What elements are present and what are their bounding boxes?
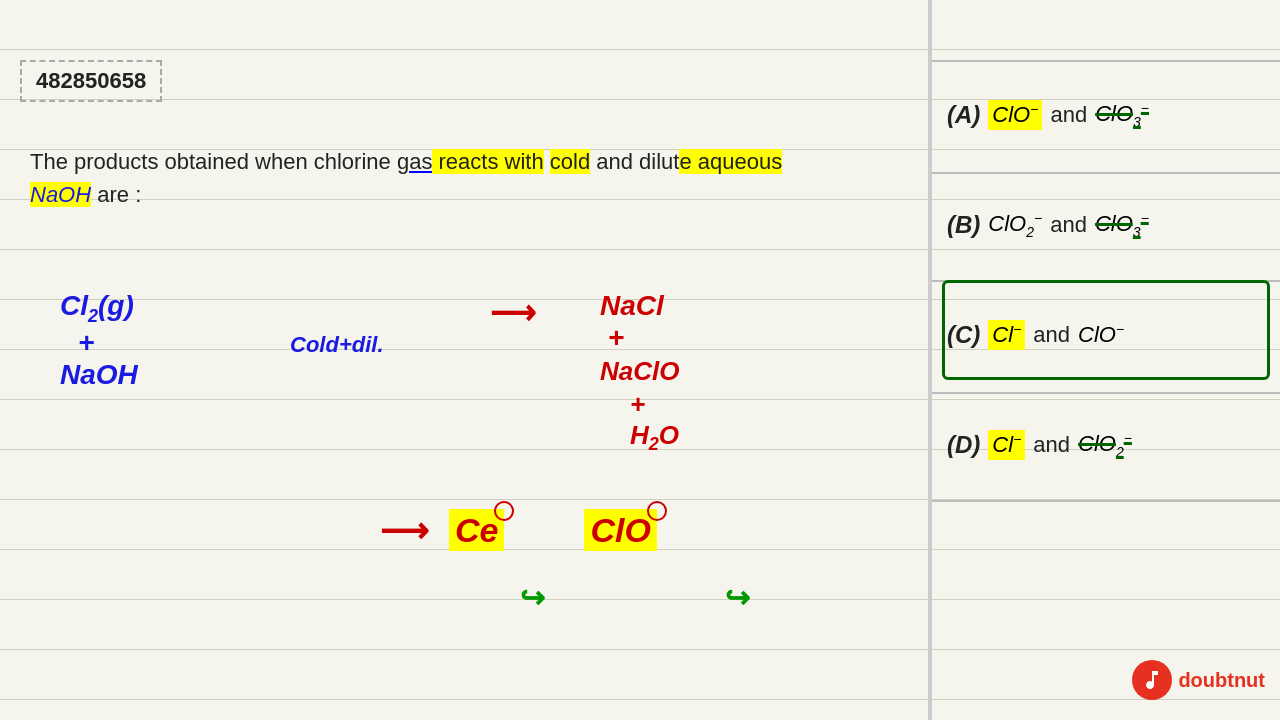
option-c-and: and xyxy=(1033,322,1070,348)
reactant1: Cl2(g) + NaOH xyxy=(60,290,138,391)
product3: + H2O xyxy=(630,389,679,455)
bottom-working: ⟶ Ce ClO xyxy=(380,510,657,550)
clo-notation: ClO xyxy=(584,511,656,550)
option-d-right: ClO2− xyxy=(1078,430,1132,460)
reacts-with-highlight: reacts with xyxy=(432,149,543,174)
option-d: (D) Cl− and ClO2− xyxy=(932,395,1280,495)
product1: NaCl + xyxy=(600,290,679,354)
divider-cd xyxy=(932,392,1280,394)
gas-word: gas xyxy=(397,149,432,174)
option-b: (B) ClO2− and ClO3− xyxy=(932,175,1280,275)
option-b-right: ClO3− xyxy=(1095,210,1149,240)
bottom-arrow: ⟶ xyxy=(380,510,429,550)
are-text: are : xyxy=(91,182,141,207)
cold-highlight: cold xyxy=(550,149,590,174)
green-arrow-left: ↩ xyxy=(520,580,545,615)
option-c-left: Cl− xyxy=(988,320,1025,349)
ce-notation: Ce xyxy=(449,511,504,550)
option-a-left: ClO− xyxy=(988,100,1042,129)
option-c-label: (C) xyxy=(947,321,980,349)
option-a-and: and xyxy=(1050,102,1087,128)
e-highlight: e xyxy=(679,149,691,174)
id-text: 482850658 xyxy=(36,68,146,93)
option-c-right: ClO− xyxy=(1078,321,1124,348)
green-arrow-right: ↩ xyxy=(725,580,750,615)
option-b-and: and xyxy=(1050,212,1087,238)
option-b-left: ClO2− xyxy=(988,210,1042,240)
option-c: (C) Cl− and ClO− xyxy=(932,285,1280,385)
condition: Cold+dil. xyxy=(290,332,384,358)
id-box: 482850658 xyxy=(20,60,162,102)
option-b-label: (B) xyxy=(947,211,980,239)
question-text: The products obtained when chlorine gas … xyxy=(30,145,850,211)
option-a-right: ClO3− xyxy=(1095,100,1149,130)
doubtnut-icon xyxy=(1132,660,1172,700)
option-d-label: (D) xyxy=(947,431,980,459)
doubtnut-logo: doubtnut xyxy=(1132,660,1265,700)
divider-ab xyxy=(932,172,1280,174)
main-container: 482850658 The products obtained when chl… xyxy=(0,0,1280,720)
divider-top xyxy=(932,60,1280,62)
aqueous-highlight-text: aqueous xyxy=(692,149,783,174)
left-panel: 482850658 The products obtained when chl… xyxy=(0,0,930,720)
divider-bottom xyxy=(932,500,1280,502)
and-dilute: and dilut xyxy=(590,149,679,174)
right-panel: (A) ClO− and ClO3− (B) ClO2− and ClO3− (… xyxy=(930,0,1280,720)
option-d-and: and xyxy=(1033,432,1070,458)
option-a-label: (A) xyxy=(947,101,980,129)
cold-text xyxy=(544,149,550,174)
reaction-arrow: ⟶ xyxy=(490,294,536,332)
doubtnut-text: doubtnut xyxy=(1178,669,1265,692)
option-d-left: Cl− xyxy=(988,430,1025,459)
naoh-text: NaOH xyxy=(30,182,91,207)
question-prefix: The products obtained when chlorine xyxy=(30,149,397,174)
product2: NaClO xyxy=(600,356,679,387)
option-a: (A) ClO− and ClO3− xyxy=(932,65,1280,165)
green-arrows: ↩ ↩ xyxy=(520,580,750,615)
products: NaCl + NaClO + H2O xyxy=(600,290,679,455)
